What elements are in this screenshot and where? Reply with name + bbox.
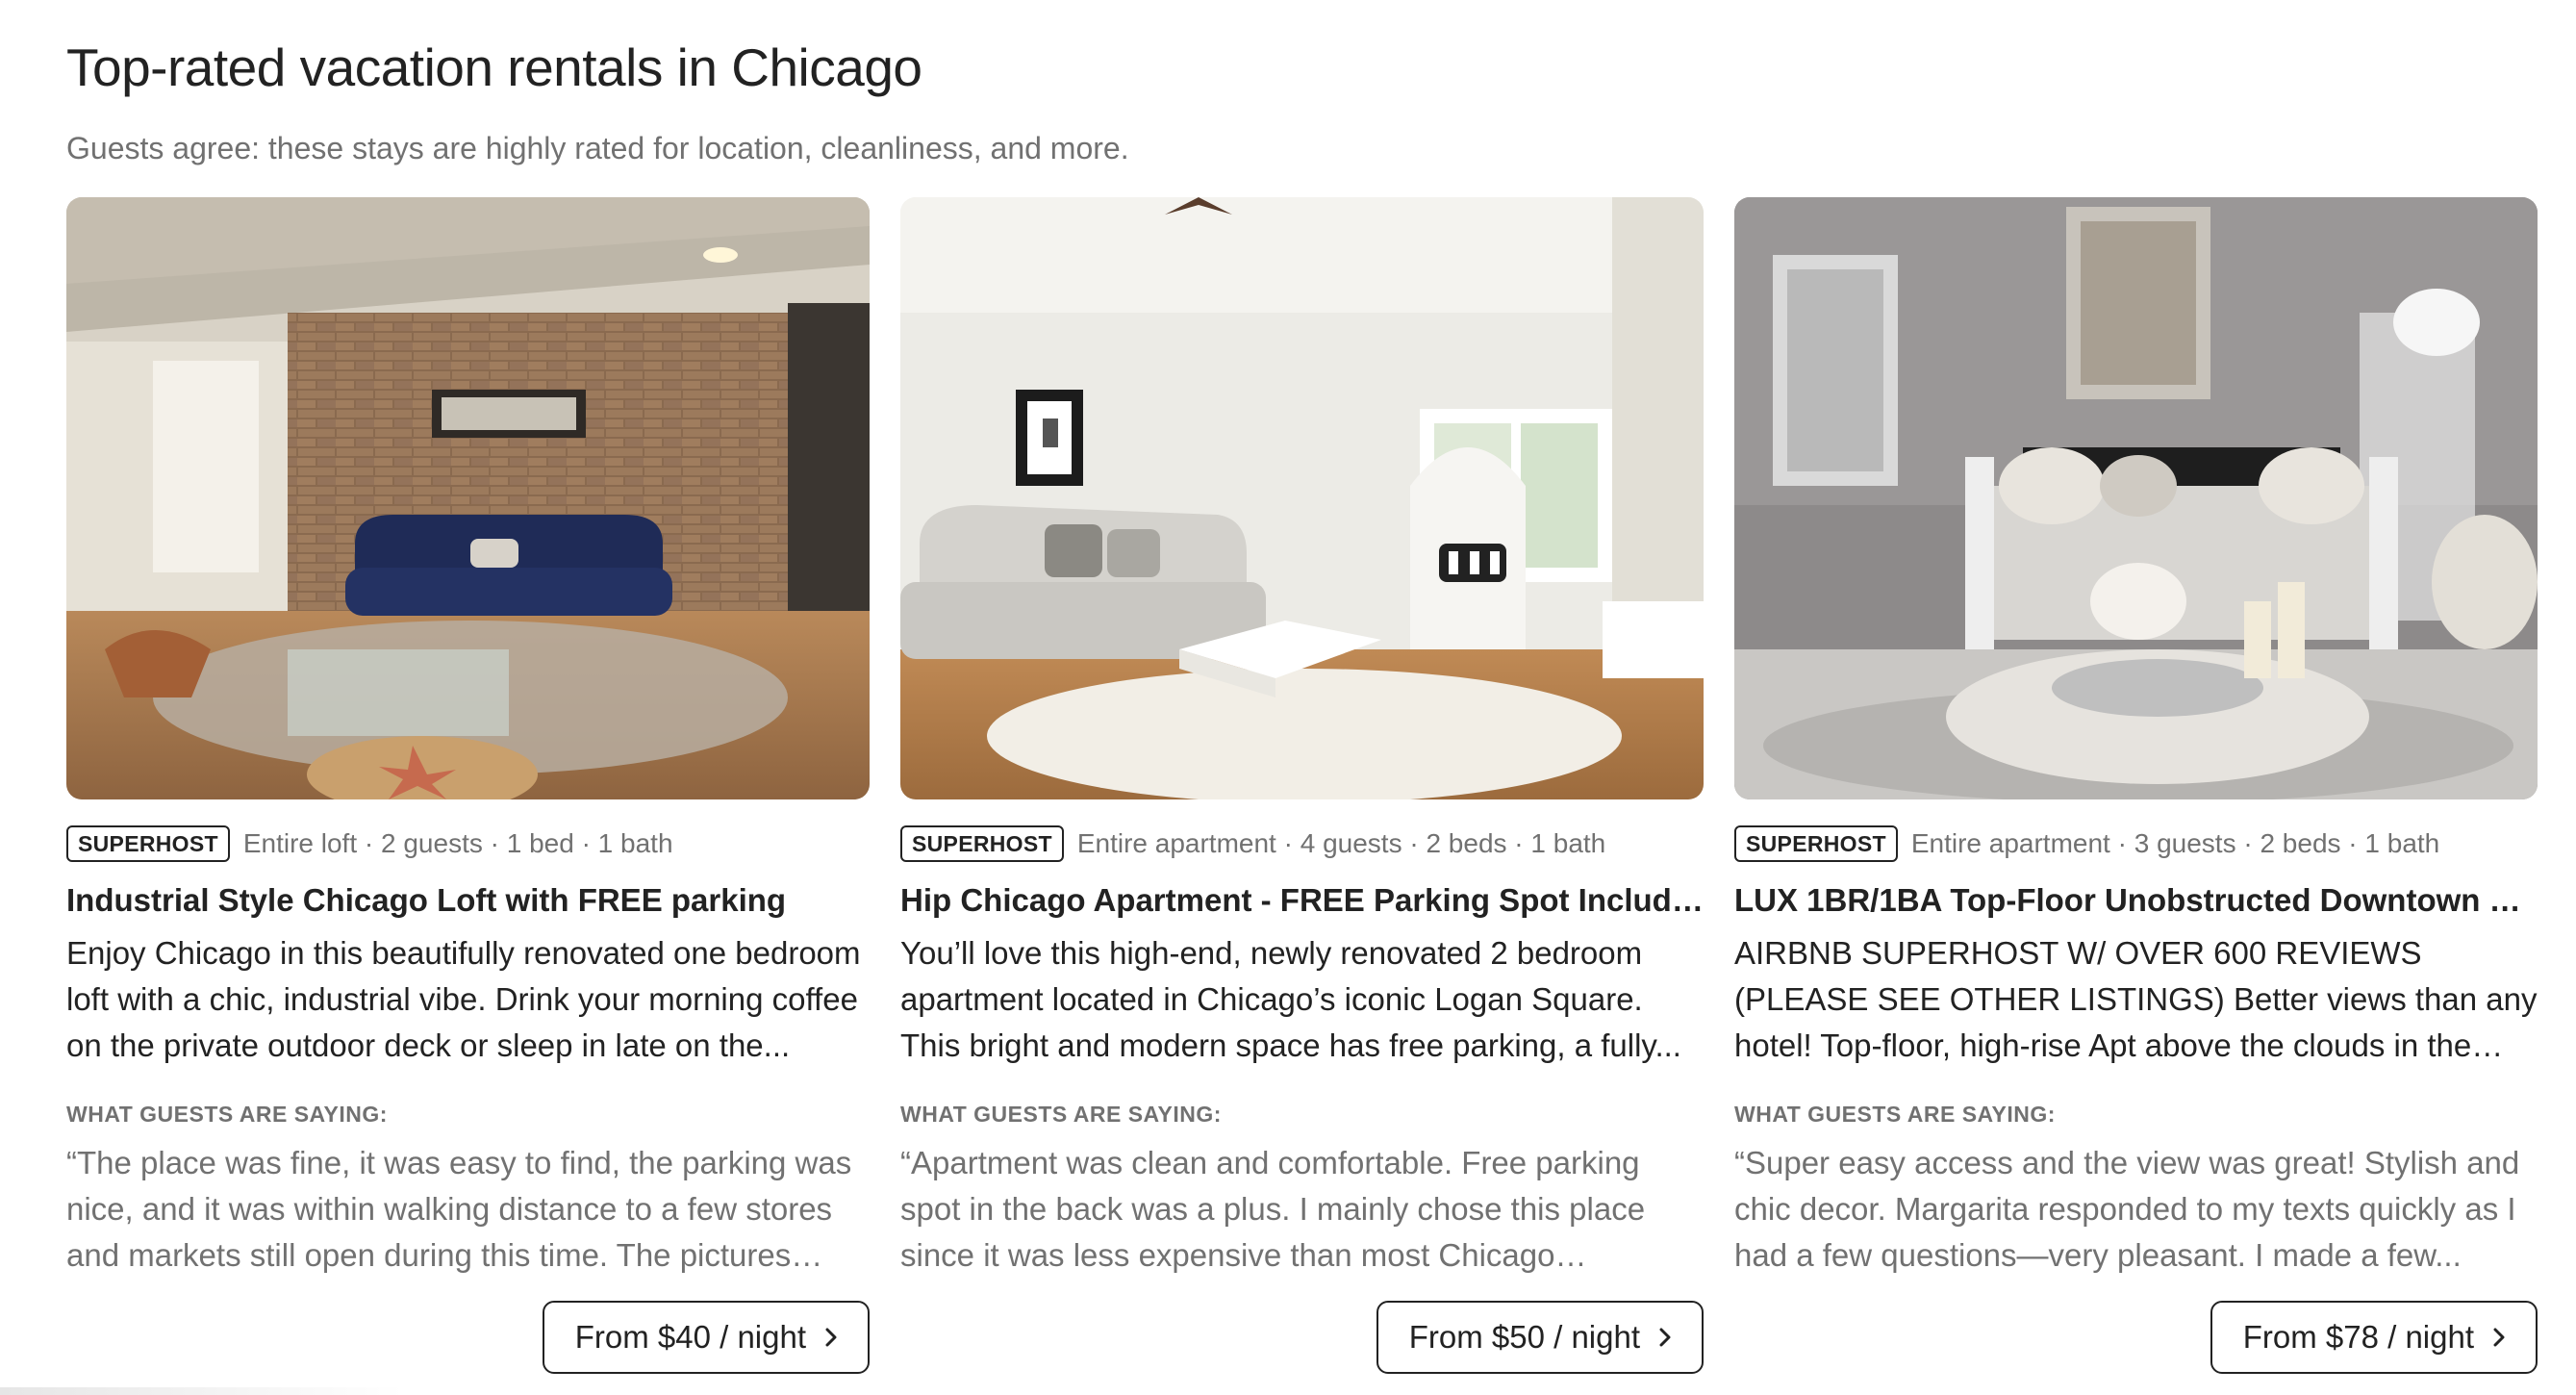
listing-title[interactable]: Hip Chicago Apartment - FREE Parking Spo… — [900, 880, 1704, 921]
chevron-right-icon — [1659, 1328, 1671, 1347]
bright-apartment-living-room-photo — [900, 197, 1704, 799]
glam-gray-living-room-photo — [1734, 197, 2538, 799]
price-button[interactable]: From $40 / night — [542, 1301, 870, 1374]
listing-card[interactable]: SUPERHOST Entire apartment · 3 guests · … — [1734, 197, 2538, 1376]
listing-description: AIRBNB SUPERHOST W/ OVER 600 REVIEWS (PL… — [1734, 935, 2538, 1063]
guest-review-quote: “Apartment was clean and comfortable. Fr… — [900, 1145, 1646, 1273]
listing-description: You’ll love this high-end, newly renovat… — [900, 935, 1681, 1063]
listing-card[interactable]: SUPERHOST Entire loft · 2 guests · 1 bed… — [66, 197, 870, 1376]
guests-saying-label: WHAT GUESTS ARE SAYING: — [66, 1102, 388, 1127]
guest-review-quote: “The place was fine, it was easy to find… — [66, 1145, 852, 1273]
listing-photo[interactable] — [900, 197, 1704, 799]
price-label: From $78 / night — [2242, 1319, 2474, 1355]
listing-photo[interactable] — [66, 197, 870, 799]
page: Top-rated vacation rentals in Chicago Gu… — [0, 0, 2576, 1395]
superhost-badge: SUPERHOST — [900, 825, 1064, 862]
listing-title[interactable]: LUX 1BR/1BA Top-Floor Unobstructed Downt… — [1734, 880, 2538, 921]
scroll-shadow — [0, 1387, 404, 1395]
listing-meta: Entire apartment · 3 guests · 2 beds · 1… — [1910, 828, 2440, 858]
price-button[interactable]: From $78 / night — [2210, 1301, 2538, 1374]
guest-review-quote: “Super easy access and the view was grea… — [1734, 1145, 2520, 1273]
listing-title[interactable]: Industrial Style Chicago Loft with FREE … — [66, 880, 870, 921]
listing-card[interactable]: SUPERHOST Entire apartment · 4 guests · … — [900, 197, 1704, 1376]
price-label: From $40 / night — [574, 1319, 806, 1355]
listing-description: Enjoy Chicago in this beautifully renova… — [66, 935, 861, 1063]
price-button[interactable]: From $50 / night — [1376, 1301, 1704, 1374]
guests-saying-label: WHAT GUESTS ARE SAYING: — [900, 1102, 1222, 1127]
superhost-badge: SUPERHOST — [66, 825, 230, 862]
loft-living-room-photo — [66, 197, 870, 799]
listing-meta: Entire apartment · 4 guests · 2 beds · 1… — [1076, 828, 1606, 858]
guests-saying-label: WHAT GUESTS ARE SAYING: — [1734, 1102, 2056, 1127]
price-label: From $50 / night — [1408, 1319, 1640, 1355]
section-subtitle: Guests agree: these stays are highly rat… — [66, 131, 1129, 165]
listing-meta: Entire loft · 2 guests · 1 bed · 1 bath — [242, 828, 673, 858]
section-header: Top-rated vacation rentals in Chicago Gu… — [66, 35, 2529, 167]
chevron-right-icon — [825, 1328, 837, 1347]
listing-photo[interactable] — [1734, 197, 2538, 799]
superhost-badge: SUPERHOST — [1734, 825, 1898, 862]
listing-cards: SUPERHOST Entire loft · 2 guests · 1 bed… — [66, 197, 2538, 1376]
chevron-right-icon — [2493, 1328, 2505, 1347]
section-title: Top-rated vacation rentals in Chicago — [66, 38, 922, 97]
